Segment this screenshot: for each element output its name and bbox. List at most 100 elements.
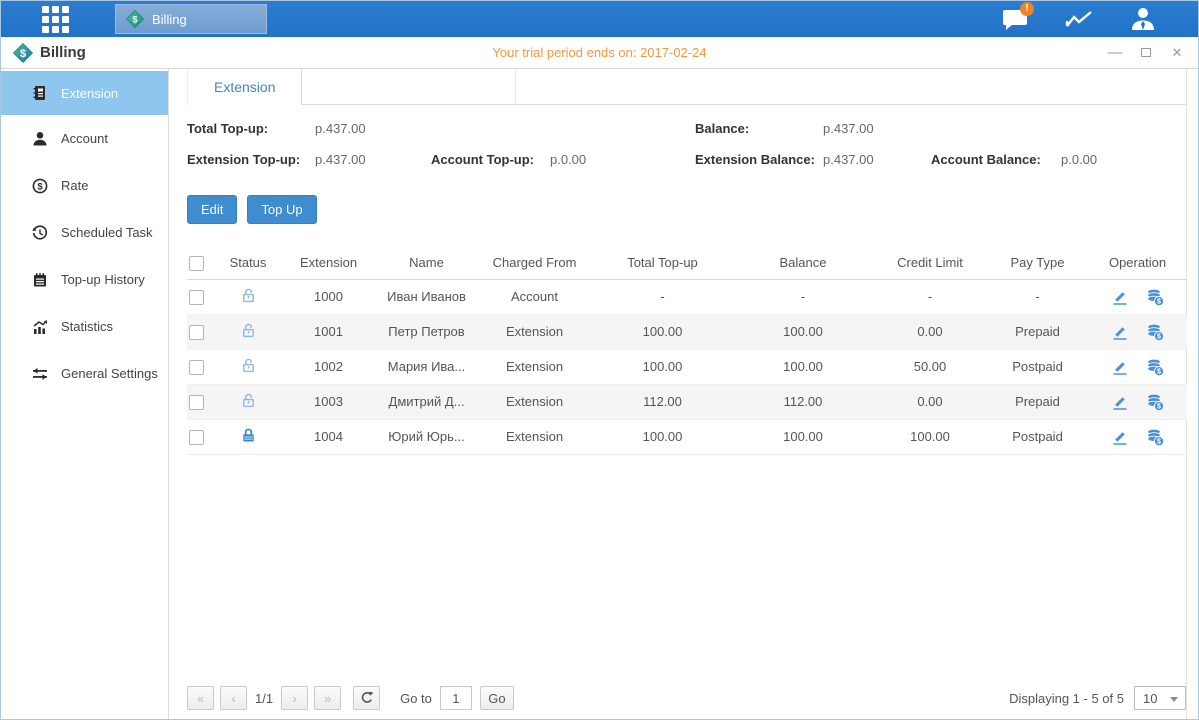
sidebar-item-label: Top-up History [61,272,145,287]
messages-icon[interactable]: ! [1000,4,1030,34]
billing-window: $ Billing ! [0,0,1199,720]
locked-icon [240,427,257,444]
chevron-down-icon [1170,697,1178,702]
sidebar-item-extension[interactable]: Extension [1,71,168,115]
billing-logo-icon: $ [13,43,33,63]
sidebar-item-statistics[interactable]: Statistics [1,303,168,350]
col-operation: Operation [1088,247,1187,279]
statistics-icon [32,319,48,335]
row-checkbox[interactable] [189,395,204,410]
top-up-button[interactable]: Top Up [247,195,316,224]
balance-label: Balance: [695,121,749,136]
cell-pay-type: Postpaid [987,349,1088,384]
extension-icon [32,85,48,101]
content-wrap: Extension Total Top-up: p.437.00 Balance… [187,69,1187,719]
cell-charged-from: Extension [477,349,592,384]
general-settings-icon [32,366,48,382]
cell-total-topup: 112.00 [592,384,733,419]
top-up-icon[interactable]: $ [1145,287,1165,307]
cell-extension: 1002 [281,349,376,384]
cell-pay-type: Prepaid [987,314,1088,349]
maximize-button[interactable] [1139,46,1153,60]
user-icon[interactable] [1128,4,1158,34]
page-size-value: 10 [1143,691,1157,706]
sidebar-item-rate[interactable]: $ Rate [1,162,168,209]
row-checkbox[interactable] [189,430,204,445]
sidebar-item-label: Statistics [61,319,113,334]
action-buttons: Edit Top Up [187,195,1186,224]
line-chart-icon [1065,8,1093,30]
go-button[interactable]: Go [480,686,514,710]
select-all-checkbox[interactable] [189,256,204,271]
cell-balance: 100.00 [733,419,873,454]
tab-strip: Extension [187,69,1186,105]
cell-name: Мария Ива... [376,349,477,384]
edit-icon[interactable] [1111,323,1129,341]
cell-total-topup: 100.00 [592,314,733,349]
sidebar-item-label: General Settings [61,366,158,381]
cell-extension: 1001 [281,314,376,349]
edit-icon[interactable] [1111,288,1129,306]
extension-topup-label: Extension Top-up: [187,152,300,167]
account-balance-value: p.0.00 [1061,152,1097,167]
table-row: 1001 Петр Петров Extension 100.00 100.00… [187,314,1187,349]
col-extension: Extension [281,247,376,279]
table-row: 1000 Иван Иванов Account - - - - $ [187,279,1187,314]
person-icon [1130,6,1156,32]
edit-button[interactable]: Edit [187,195,237,224]
reports-icon[interactable] [1064,4,1094,34]
apps-grid-icon[interactable] [39,3,71,35]
taskbar-billing-tab[interactable]: $ Billing [115,4,267,34]
row-checkbox[interactable] [189,325,204,340]
topbar: $ Billing ! [1,1,1198,37]
top-up-icon[interactable]: $ [1145,322,1165,342]
account-icon [32,131,48,147]
cell-total-topup: - [592,279,733,314]
billing-app-icon: $ [126,10,144,28]
page-size-select[interactable]: 10 [1134,686,1186,710]
minimize-button[interactable]: — [1108,46,1122,60]
edit-icon[interactable] [1111,428,1129,446]
cell-credit-limit: 100.00 [873,419,987,454]
tab-extension[interactable]: Extension [187,69,302,105]
close-button[interactable]: ✕ [1170,46,1184,60]
cell-credit-limit: 50.00 [873,349,987,384]
trial-notice: Your trial period ends on: 2017-02-24 [1,45,1198,60]
unlocked-icon [240,392,257,409]
cell-extension: 1003 [281,384,376,419]
sidebar-item-label: Extension [61,86,118,101]
top-up-icon[interactable]: $ [1145,392,1165,412]
title-left: $ Billing [13,43,86,63]
cell-name: Иван Иванов [376,279,477,314]
cell-balance: - [733,279,873,314]
col-status: Status [215,247,281,279]
cell-credit-limit: - [873,279,987,314]
sidebar-item-topup-history[interactable]: Top-up History [1,256,168,303]
top-up-icon[interactable]: $ [1145,427,1165,447]
sidebar-item-account[interactable]: Account [1,115,168,162]
row-checkbox[interactable] [189,360,204,375]
cell-credit-limit: 0.00 [873,314,987,349]
topup-history-icon [32,272,48,288]
prev-page-button[interactable]: ‹ [220,686,247,710]
sidebar: Extension Account $ Rate [1,69,169,719]
goto-page-input[interactable] [440,686,472,710]
last-page-button[interactable]: » [314,686,341,710]
row-checkbox[interactable] [189,290,204,305]
page-indicator: 1/1 [255,691,273,706]
extension-balance-value: p.437.00 [823,152,874,167]
svg-text:$: $ [1157,298,1161,305]
refresh-button[interactable] [353,686,380,710]
sidebar-item-scheduled-task[interactable]: Scheduled Task [1,209,168,256]
svg-text:$: $ [20,47,26,59]
refresh-icon [360,691,374,705]
top-up-icon[interactable]: $ [1145,357,1165,377]
pagination-right: Displaying 1 - 5 of 5 10 [1009,686,1186,710]
sidebar-item-general-settings[interactable]: General Settings [1,350,168,397]
edit-icon[interactable] [1111,358,1129,376]
next-page-button[interactable]: › [281,686,308,710]
first-page-button[interactable]: « [187,686,214,710]
extension-panel: Total Top-up: p.437.00 Balance: p.437.00… [187,105,1186,719]
edit-icon[interactable] [1111,393,1129,411]
cell-total-topup: 100.00 [592,419,733,454]
